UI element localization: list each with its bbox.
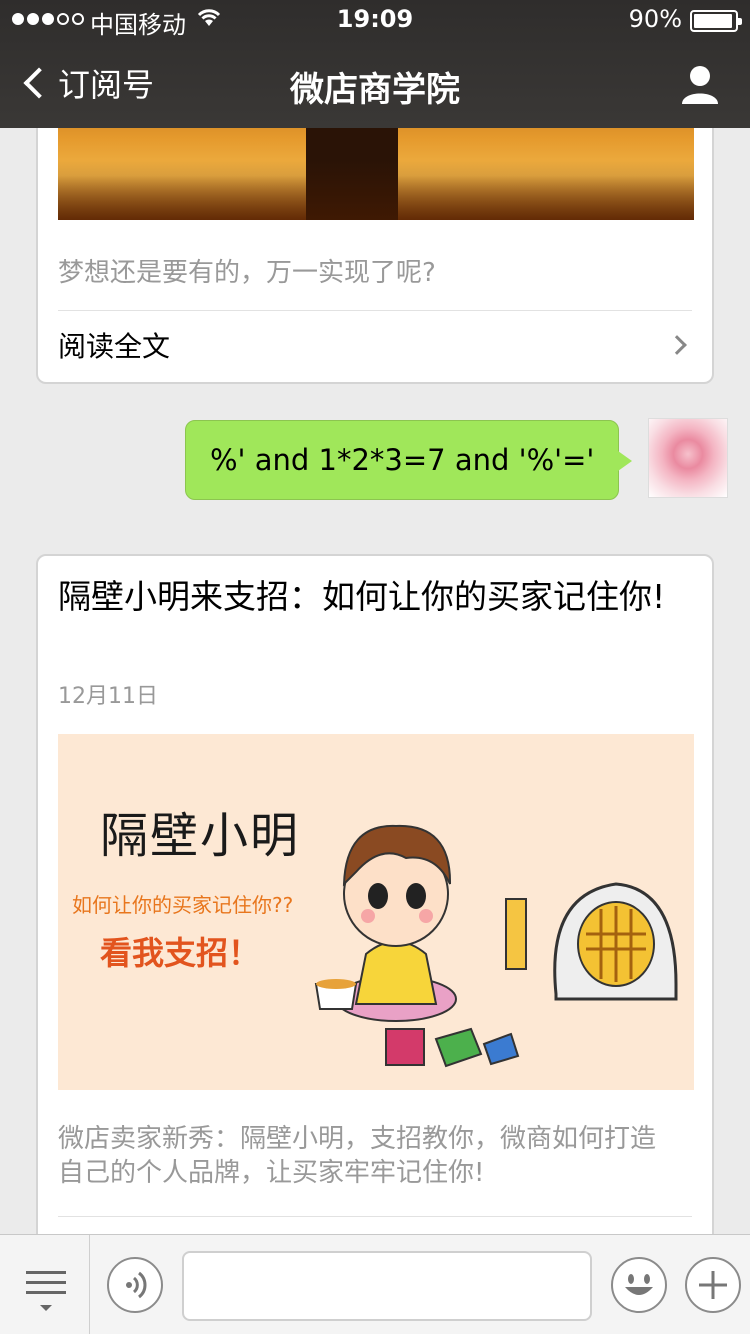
read-full-label: 阅读全文 (58, 330, 171, 363)
caret-down-icon (40, 1305, 52, 1311)
user-message-bubble[interactable]: %' and 1*2*3=7 and '%'=' (185, 420, 632, 500)
article-description: 梦想还是要有的，万一实现了呢? (58, 258, 436, 288)
plus-button[interactable] (685, 1257, 741, 1313)
article-date: 12月11日 (58, 684, 158, 709)
message-text: %' and 1*2*3=7 and '%'=' (210, 443, 595, 477)
voice-button[interactable] (107, 1257, 163, 1313)
emoji-button[interactable] (611, 1257, 667, 1313)
plus-icon (699, 1271, 727, 1299)
article-description: 微店卖家新秀：隔壁小明，支招教你，微商如何打造自己的个人品牌，让买家牢牢记住你! (58, 1124, 657, 1188)
person-icon[interactable] (680, 64, 720, 104)
article-cover-image: 隔壁小明 如何让你的买家记住你?? 看我支招！ (58, 734, 694, 1090)
divider (58, 1216, 692, 1217)
read-full-article-link[interactable]: 阅读全文 (58, 310, 692, 380)
user-avatar[interactable] (648, 418, 728, 498)
menu-toggle-button[interactable] (0, 1235, 90, 1334)
page-title: 微店商学院 (290, 70, 460, 110)
input-toolbar (0, 1234, 750, 1334)
menu-list-icon (26, 1271, 66, 1301)
battery-icon (690, 10, 742, 32)
emoji-icon (625, 1274, 653, 1295)
cover-title: 隔壁小明 (100, 808, 301, 864)
article-title: 隔壁小明来支招：如何让你的买家记住你! (58, 577, 666, 616)
cover-subtitle: 如何让你的买家记住你?? (72, 893, 294, 917)
chevron-right-icon (667, 335, 687, 355)
top-bar: 中国移动 19:09 90% 订阅号 微店商学院 (0, 0, 750, 128)
voice-icon (126, 1271, 147, 1299)
cartoon-illustration (314, 824, 678, 1068)
status-bar: 中国移动 19:09 90% (0, 0, 750, 40)
article-card[interactable]: 隔壁小明来支招：如何让你的买家记住你! 12月11日 隔壁小明 如何让你的买家记… (36, 554, 714, 1334)
nav-bar: 订阅号 微店商学院 (0, 40, 750, 128)
message-input[interactable] (182, 1251, 592, 1321)
battery-percent: 90% (628, 5, 682, 33)
cover-cta: 看我支招！ (100, 934, 261, 972)
